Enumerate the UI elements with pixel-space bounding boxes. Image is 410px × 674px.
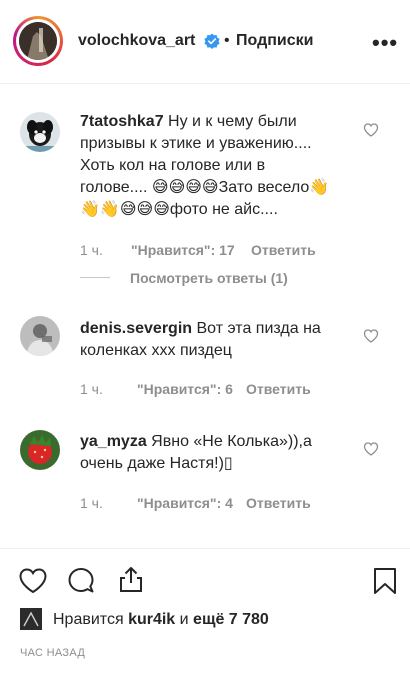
comment-bubble-icon[interactable] [66,566,96,596]
comment-time: 1 ч. [80,242,103,258]
commenter-avatar[interactable] [20,316,60,356]
bookmark-icon[interactable] [370,566,400,596]
likes-count-button[interactable]: ещё 7 780 [193,611,269,628]
comment-text: ya_myza Явно «Не Колька»)),а очень даже … [80,433,312,472]
comment-text: 7tatoshka7 Ну и к чему были призывы к эт… [80,113,330,218]
commenter-avatar[interactable] [20,112,60,152]
comment-reply-button[interactable]: Ответить [246,381,311,397]
share-upload-icon[interactable] [116,564,146,594]
verified-badge-icon [204,33,220,49]
post-timestamp: ЧАС НАЗАД [20,647,86,659]
commenter-avatar[interactable] [20,430,60,470]
author-avatar[interactable] [13,16,63,66]
view-replies-button[interactable]: Посмотреть ответы (1) [130,270,288,286]
replies-divider [80,277,110,278]
comment-username[interactable]: ya_myza [80,433,147,450]
comment-time: 1 ч. [80,495,103,511]
comment-username[interactable]: denis.severgin [80,320,192,337]
post-header: volochkova_art • Подписки ••• [0,0,410,84]
comment-username[interactable]: 7tatoshka7 [80,113,164,130]
separator-dot: • [224,32,230,49]
comment-likes-count[interactable]: "Нравится": 17 [131,242,235,258]
comment-text: denis.severgin Вот эта пизда на коленках… [80,320,321,359]
liker-username[interactable]: kur4ik [128,611,175,628]
more-options-icon[interactable]: ••• [372,30,398,56]
comment-time: 1 ч. [80,381,103,397]
liker-avatar[interactable] [20,608,42,630]
following-button[interactable]: Подписки [236,32,313,50]
like-heart-icon[interactable] [18,566,48,596]
comment-like-heart-icon[interactable] [363,441,379,457]
comment-like-heart-icon[interactable] [363,122,379,138]
comment-reply-button[interactable]: Ответить [246,495,311,511]
likes-summary: Нравится kur4ik и ещё 7 780 [53,611,269,628]
comment-like-heart-icon[interactable] [363,328,379,344]
comment-likes-count[interactable]: "Нравится": 6 [137,381,233,397]
comment-likes-count[interactable]: "Нравится": 4 [137,495,233,511]
comment-reply-button[interactable]: Ответить [251,242,316,258]
author-username[interactable]: volochkova_art [78,32,195,50]
